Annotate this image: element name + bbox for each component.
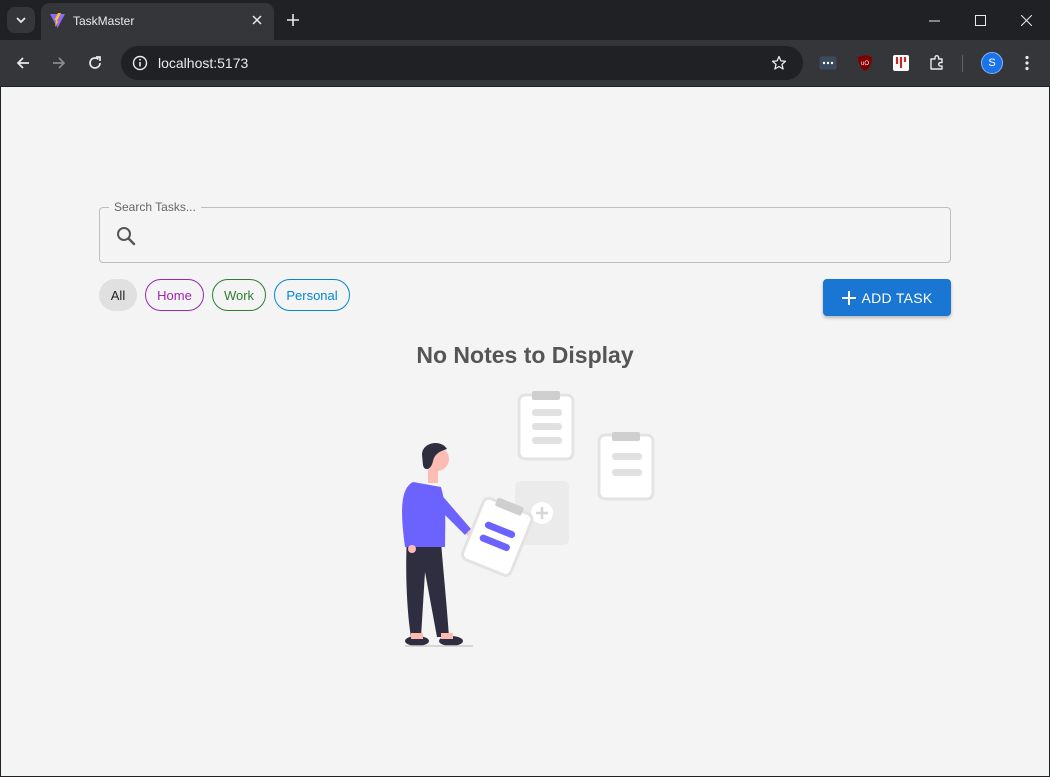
flask-extension-icon (893, 55, 909, 71)
extensions-button[interactable] (927, 53, 947, 73)
search-field[interactable]: Search Tasks... (99, 200, 951, 263)
new-tab-button[interactable] (282, 9, 304, 31)
profile-avatar[interactable]: S (981, 52, 1003, 74)
maximize-icon (974, 14, 986, 26)
extension-password-button[interactable] (818, 53, 838, 73)
arrow-left-icon (16, 57, 29, 69)
minimize-icon (928, 20, 940, 21)
tab-search-button[interactable] (7, 7, 35, 33)
site-info-button[interactable] (129, 52, 151, 74)
person-figure (402, 443, 475, 647)
close-icon (252, 15, 262, 25)
password-manager-icon (819, 56, 837, 70)
arrow-right-icon (53, 57, 66, 69)
svg-text:uO: uO (861, 61, 869, 67)
address-bar[interactable]: localhost:5173 (121, 46, 803, 80)
filter-chip-work[interactable]: Work (212, 279, 266, 311)
search-label: Search Tasks... (109, 200, 201, 214)
add-task-label: ADD TASK (861, 289, 933, 306)
minimize-button[interactable] (911, 0, 957, 40)
maximize-button[interactable] (957, 0, 1003, 40)
page-viewport: Search Tasks... All Home Work Personal A… (1, 87, 1049, 776)
add-task-button[interactable]: ADD TASK (823, 279, 951, 316)
star-icon (771, 55, 787, 70)
empty-notes-illustration (402, 391, 655, 647)
ublock-shield-icon: uO (858, 55, 872, 71)
extension-ublock-button[interactable]: uO (855, 53, 875, 73)
toolbar-separator (962, 55, 963, 72)
forward-button[interactable] (46, 50, 72, 76)
plus-icon (287, 14, 299, 26)
vite-logo-icon (50, 13, 65, 28)
plus-icon (842, 290, 857, 305)
bookmark-button[interactable] (769, 53, 789, 73)
browser-menu-button[interactable] (1017, 52, 1037, 74)
filter-chip-home[interactable]: Home (145, 279, 204, 311)
search-icon (117, 227, 136, 246)
puzzle-icon (930, 55, 943, 70)
filter-chip-personal[interactable]: Personal (274, 279, 350, 311)
empty-state-title: No Notes to Display (416, 342, 634, 368)
back-button[interactable] (10, 50, 36, 76)
tab-strip: TaskMaster (0, 0, 1050, 40)
clipboard-right-icon (597, 432, 655, 501)
url-text: localhost:5173 (158, 55, 249, 71)
extension-lab-button[interactable] (891, 53, 911, 73)
info-icon (132, 55, 148, 71)
search-input[interactable] (146, 222, 936, 250)
tab-close-button[interactable] (248, 11, 266, 29)
more-vert-icon (1025, 55, 1029, 71)
window-close-button[interactable] (1003, 0, 1049, 40)
reload-icon (89, 56, 101, 69)
browser-tab[interactable]: TaskMaster (41, 3, 274, 40)
browser-toolbar: localhost:5173 uO S (0, 40, 1050, 87)
reload-button[interactable] (82, 50, 108, 76)
chevron-down-icon (16, 17, 26, 24)
clipboard-top-icon (517, 391, 575, 461)
close-icon (1020, 14, 1032, 26)
tab-title: TaskMaster (73, 14, 135, 28)
filter-chip-all[interactable]: All (99, 279, 137, 311)
